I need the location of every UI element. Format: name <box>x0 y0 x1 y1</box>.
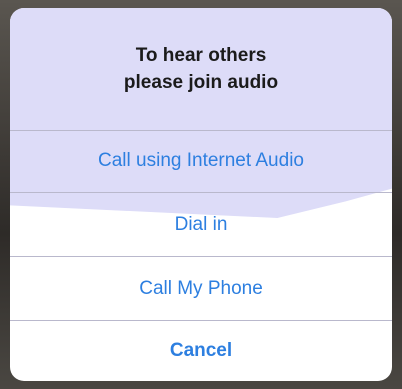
call-my-phone-button[interactable]: Call My Phone <box>10 258 392 320</box>
dial-in-button[interactable]: Dial in <box>10 194 392 256</box>
dialog-title-line-2: please join audio <box>123 72 279 93</box>
join-audio-dialog: To hear others please join audio Call us… <box>10 8 392 381</box>
call-internet-audio-button[interactable]: Call using Internet Audio <box>10 130 392 192</box>
dialog-title-line-1: To hear others <box>135 45 267 66</box>
divider <box>10 256 392 257</box>
cancel-button[interactable]: Cancel <box>10 321 392 381</box>
dialog-header: To hear others please join audio <box>10 8 392 130</box>
divider <box>10 192 392 193</box>
